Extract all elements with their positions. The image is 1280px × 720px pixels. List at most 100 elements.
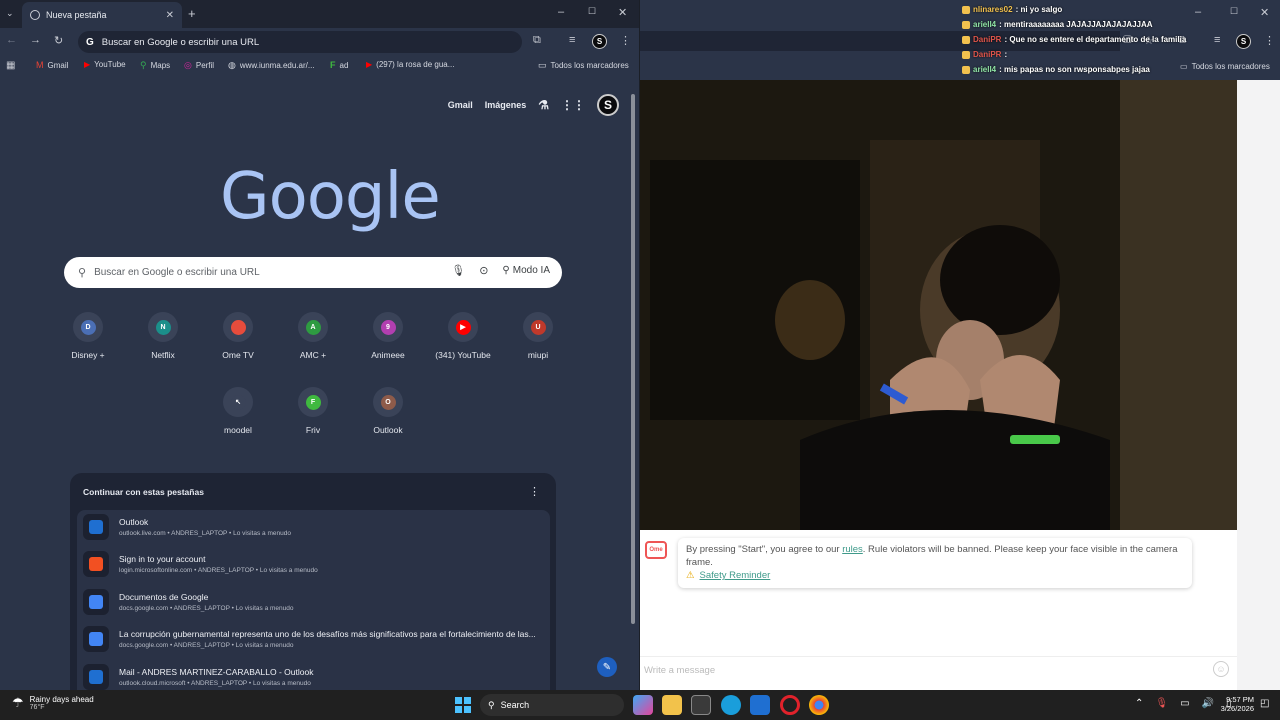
new-tab-button[interactable]: + (188, 6, 196, 21)
tab-new-tab[interactable]: Nueva pestaña ✕ (22, 2, 182, 28)
continue-tab-item[interactable]: La corrupción gubernamental representa u… (83, 623, 543, 656)
opera-icon[interactable] (780, 695, 800, 715)
bookmark-ad[interactable]: Fad (330, 60, 348, 70)
rules-link[interactable]: rules (842, 544, 863, 555)
microphone-icon[interactable]: 🎙 (1155, 698, 1168, 709)
globe-icon: ◍ (228, 60, 236, 70)
shortcut-tile[interactable]: Umiupi (503, 312, 573, 360)
network-icon[interactable]: ▭ (1180, 698, 1189, 709)
ai-mode-button[interactable]: ⚲ Modo IA (502, 265, 550, 276)
close-window-icon[interactable]: ✕ (618, 6, 627, 19)
emoji-icon[interactable]: ☺ (1213, 661, 1229, 677)
chat-text: : (1004, 50, 1008, 59)
continue-tab-item[interactable]: Documentos de Google docs.google.com • AN… (83, 585, 543, 618)
reading-list-icon[interactable]: ≡ (569, 34, 575, 46)
notice-text-1: By pressing "Start", you agree to our (686, 544, 843, 555)
back-icon[interactable]: ← (6, 34, 17, 46)
labs-flask-icon[interactable]: ⚗ (538, 98, 549, 112)
chevron-up-icon[interactable]: ⌃ (1135, 698, 1143, 709)
message-placeholder: Write a message (644, 665, 716, 676)
bookmark-label: ad (339, 60, 349, 70)
file-explorer-icon[interactable] (662, 695, 682, 715)
microsoft-store-icon[interactable] (691, 695, 711, 715)
safety-reminder-link[interactable]: Safety Reminder (700, 569, 771, 582)
tab-search-icon[interactable]: ⌄ (6, 8, 14, 19)
scrollbar-thumb[interactable] (631, 94, 635, 624)
chrome-icon[interactable] (809, 695, 829, 715)
maximize-icon[interactable]: ☐ (588, 6, 596, 17)
shortcut-tile[interactable]: ▶ (341) YouTube (428, 312, 498, 360)
shortcut-tile[interactable]: D Disney + (53, 312, 123, 360)
taskbar-search[interactable]: ⚲ Search (480, 694, 624, 716)
menu-icon[interactable]: ⋮ (620, 34, 631, 47)
bookmark-youtube[interactable]: ▶ YouTube (84, 60, 126, 69)
shortcut-icon (230, 319, 246, 335)
shortcut-tile[interactable]: ↖ moodel (203, 387, 273, 435)
scrollbar[interactable] (629, 80, 637, 690)
shortcut-tile[interactable]: 9 Animeee (353, 312, 423, 360)
shortcut-tile[interactable]: Ome TV (203, 312, 273, 360)
minimize-icon[interactable]: – (558, 6, 564, 18)
continue-tab-subtitle: outlook.live.com • ANDRES_LAPTOP • Lo vi… (119, 529, 291, 537)
notifications-icon[interactable]: ◰ (1260, 698, 1269, 709)
shortcut-tile[interactable]: A AMC + (278, 312, 348, 360)
chat-username: ariell4 (973, 65, 997, 74)
profile-avatar[interactable]: S (597, 94, 619, 116)
search-box[interactable]: ⚲ Buscar en Google o escribir una URL 🎙 … (64, 257, 562, 288)
chat-username: ariell4 (973, 20, 997, 29)
more-options-icon[interactable]: ⋮ (529, 485, 540, 498)
weather-widget[interactable]: ☂ Rainy days ahead 76°F (12, 695, 94, 711)
bookmark-gmail[interactable]: M Gmail (36, 60, 68, 70)
shortcut-tile[interactable]: O Outlook (353, 387, 423, 435)
ai-mode-label: Modo IA (512, 265, 550, 276)
bookmark-label: Perfil (195, 61, 215, 70)
edge-icon[interactable] (721, 695, 741, 715)
chat-badge-icon (962, 20, 970, 29)
outlook-icon[interactable] (750, 695, 770, 715)
chat-message: ariell4: mentiraaaaaaaa JAJAJJAJAJAJAJJA… (962, 17, 1280, 32)
close-tab-icon[interactable]: ✕ (166, 10, 174, 21)
shortcut-tile[interactable]: N Netflix (128, 312, 198, 360)
continue-tabs-list: Outlook outlook.live.com • ANDRES_LAPTOP … (77, 510, 550, 690)
lens-icon[interactable]: ⊙ (479, 264, 488, 277)
windows-start-icon[interactable] (455, 697, 471, 713)
shortcut-tile[interactable]: F Friv (278, 387, 348, 435)
omnibox[interactable]: G Buscar en Google o escribir una URL (78, 31, 522, 53)
continue-tab-title: Mail - ANDRES MARTINEZ-CARABALLO - Outlo… (119, 666, 314, 677)
forward-icon[interactable]: → (30, 34, 41, 46)
chat-badge-icon (962, 5, 970, 14)
stream-chat-overlay: nlinares02: ni yo salgo ariell4: mentiraa… (962, 2, 1280, 77)
message-input[interactable]: Write a message ☺ (640, 656, 1237, 682)
copilot-icon[interactable] (633, 695, 653, 715)
continue-tab-item[interactable]: Mail - ANDRES MARTINEZ-CARABALLO - Outlo… (83, 660, 543, 690)
gmail-link[interactable]: Gmail (448, 100, 473, 110)
shortcut-icon: ↖ (230, 394, 246, 410)
bookmark-iunma[interactable]: ◍ www.iunma.edu.ar/... (228, 60, 315, 71)
all-bookmarks[interactable]: ▭ Todos los marcadores (538, 60, 629, 71)
customize-pencil-icon[interactable]: ✎ (597, 657, 617, 677)
bookmark-perfil[interactable]: ◎ Perfil (184, 60, 214, 71)
globe-icon (30, 10, 40, 20)
continue-tab-item[interactable]: Outlook outlook.live.com • ANDRES_LAPTOP … (83, 510, 543, 543)
volume-icon[interactable]: 🔊 (1202, 698, 1214, 709)
images-link[interactable]: Imágenes (485, 100, 527, 110)
extensions-icon[interactable]: ⧉ (533, 34, 541, 47)
maps-icon: ⚲ (140, 60, 147, 70)
shortcut-icon: 9 (380, 319, 396, 335)
clock[interactable]: 9:57 PM 3/26/2026 (1214, 695, 1254, 713)
profile-avatar-small[interactable]: S (592, 34, 607, 49)
apps-grid-icon[interactable]: ⋮⋮ (561, 98, 585, 112)
bookmark-rosa[interactable]: ▶ (297) la rosa de gua... (366, 60, 454, 69)
shortcut-icon: U (530, 319, 546, 335)
shortcut-icon-bg: A (298, 312, 328, 342)
omnibox-text: Buscar en Google o escribir una URL (101, 36, 260, 48)
continue-tab-item[interactable]: Sign in to your account login.microsofton… (83, 548, 543, 581)
bookmark-maps[interactable]: ⚲ Maps (140, 60, 170, 71)
search-input[interactable]: Buscar en Google o escribir una URL (94, 267, 260, 278)
shortcut-label: miupi (527, 350, 549, 360)
chat-username: nlinares02 (973, 5, 1013, 14)
apps-grid-icon[interactable]: ▦ (6, 60, 15, 71)
continue-tab-subtitle: outlook.cloud.microsoft • ANDRES_LAPTOP … (119, 679, 311, 687)
reload-icon[interactable]: ↻ (54, 34, 63, 47)
microphone-icon[interactable]: 🎙 (451, 264, 465, 277)
